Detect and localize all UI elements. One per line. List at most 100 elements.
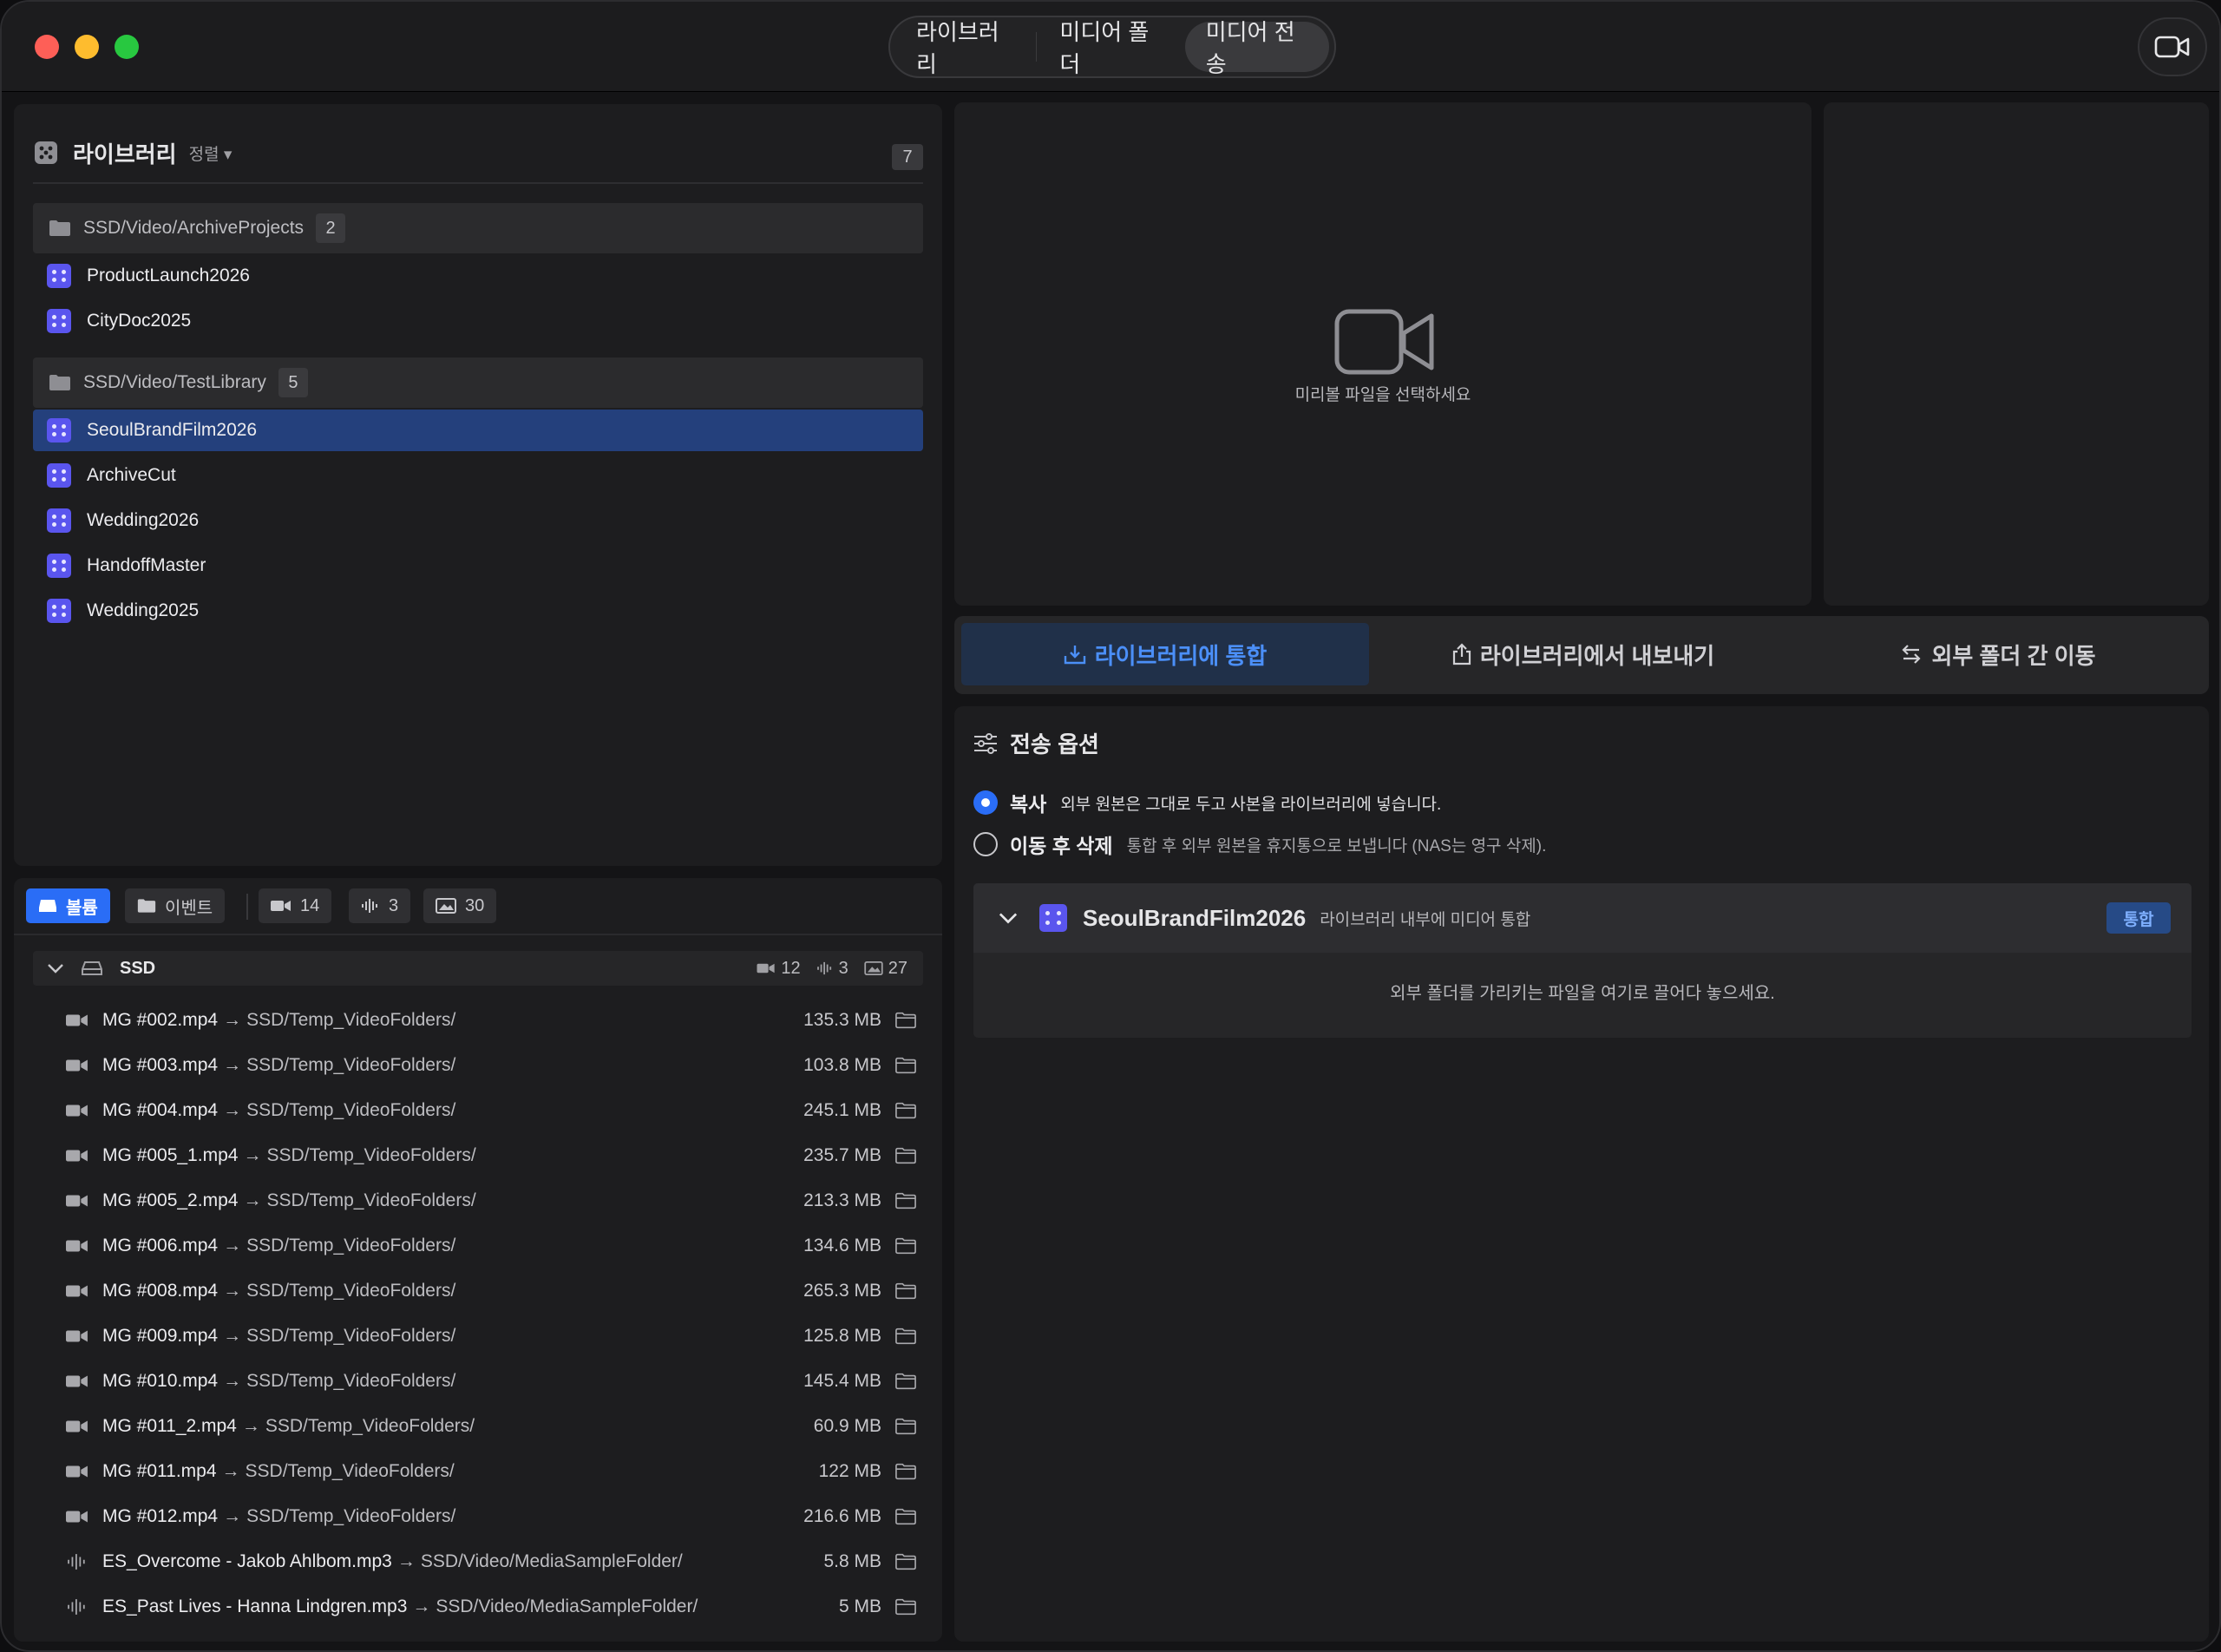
- tab-media-folder[interactable]: 미디어 폴더: [1038, 19, 1183, 77]
- file-size: 216.6 MB: [803, 1506, 881, 1526]
- reveal-folder-button[interactable]: [895, 1418, 916, 1439]
- chevron-down-icon[interactable]: [47, 962, 64, 974]
- reveal-folder-button[interactable]: [895, 1373, 916, 1394]
- library-item-wedding2025[interactable]: Wedding2025: [33, 590, 923, 632]
- option-copy[interactable]: 복사 외부 원본은 그대로 두고 사본을 라이브러리에 넣습니다.: [973, 788, 1441, 817]
- library-bundle-icon: [47, 554, 71, 578]
- library-bundle-icon: [47, 309, 71, 333]
- library-group-archiveprojects[interactable]: SSD/Video/ArchiveProjects 2: [33, 203, 923, 253]
- chevron-down-icon[interactable]: [998, 911, 1019, 925]
- close-window-button[interactable]: [35, 35, 59, 59]
- folder-icon: [895, 1102, 916, 1119]
- file-destination: SSD/Temp_VideoFolders/: [246, 1281, 456, 1301]
- video-icon: [66, 1330, 88, 1342]
- file-row[interactable]: MG #003.mp4 → SSD/Temp_VideoFolders/103.8 …: [66, 1043, 927, 1088]
- library-item-seoulbrandfilm2026[interactable]: SeoulBrandFilm2026: [33, 410, 923, 451]
- copy-radio[interactable]: [973, 790, 998, 815]
- file-row[interactable]: MG #009.mp4 → SSD/Temp_VideoFolders/125.8 …: [66, 1314, 927, 1359]
- arrow-right-icon: →: [241, 1416, 260, 1436]
- reveal-folder-button[interactable]: [895, 1508, 916, 1530]
- library-bundle-icon: [47, 599, 71, 623]
- sort-dropdown[interactable]: 정렬 ▾: [189, 141, 233, 165]
- folder-icon: [895, 1598, 916, 1616]
- group-count-badge: 5: [278, 368, 308, 397]
- file-size: 5 MB: [838, 1596, 881, 1616]
- camera-button[interactable]: [2138, 17, 2207, 76]
- tab-export-from-library[interactable]: 라이브러리에서 내보내기: [1379, 623, 1787, 685]
- reveal-folder-button[interactable]: [895, 1192, 916, 1214]
- file-row[interactable]: MG #005_2.mp4 → SSD/Temp_VideoFolders/213.…: [66, 1178, 927, 1223]
- file-row[interactable]: MG #011.mp4 → SSD/Temp_VideoFolders/122 MB: [66, 1449, 927, 1494]
- library-item-wedding2026[interactable]: Wedding2026: [33, 500, 923, 541]
- tab-move-between-folders[interactable]: 외부 폴더 간 이동: [1794, 623, 2202, 685]
- move-delete-radio[interactable]: [973, 832, 998, 856]
- target-library-dropzone[interactable]: SeoulBrandFilm2026 라이브러리 내부에 미디어 통합 통합 외…: [973, 883, 2192, 1038]
- reveal-folder-button[interactable]: [895, 1147, 916, 1169]
- library-item-productlaunch2026[interactable]: ProductLaunch2026: [33, 255, 923, 297]
- file-row[interactable]: MG #011_2.mp4 → SSD/Temp_VideoFolders/60.9…: [66, 1404, 927, 1449]
- reveal-folder-button[interactable]: [895, 1102, 916, 1124]
- file-name: MG #009.mp4: [102, 1326, 219, 1346]
- file-row[interactable]: ES_Overcome - Jakob Ahlbom.mp3 → SSD/Video…: [66, 1539, 927, 1584]
- title-bar: 라이브러리 미디어 폴더 미디어 전송: [2, 2, 2219, 92]
- zoom-window-button[interactable]: [115, 35, 139, 59]
- folder-icon: [895, 1057, 916, 1074]
- video-icon: [66, 1240, 88, 1252]
- file-row[interactable]: ES_Remain - Hampus Naeselius.mp3→SSD/Vid…: [66, 1629, 927, 1642]
- library-item-citydoc2025[interactable]: CityDoc2025: [33, 300, 923, 342]
- option-move-delete[interactable]: 이동 후 삭제 통합 후 외부 원본을 휴지통으로 보냅니다 (NAS는 영구 …: [973, 829, 1546, 859]
- minimize-window-button[interactable]: [75, 35, 99, 59]
- library-bundle-icon: [47, 463, 71, 488]
- event-tab[interactable]: 이벤트: [125, 888, 226, 923]
- file-row[interactable]: MG #004.mp4 → SSD/Temp_VideoFolders/245.1 …: [66, 1088, 927, 1133]
- file-row[interactable]: MG #006.mp4 → SSD/Temp_VideoFolders/134.6 …: [66, 1223, 927, 1268]
- audio-filter[interactable]: 3: [349, 888, 411, 923]
- file-destination: SSD/Video/MediaSampleFolder/: [436, 1596, 698, 1616]
- options-title: 전송 옵션: [1010, 731, 1099, 757]
- video-icon: [66, 1465, 88, 1478]
- tab-merge-into-library[interactable]: 라이브러리에 통합: [961, 623, 1369, 685]
- drive-icon: [39, 900, 56, 912]
- file-destination: SSD/Temp_VideoFolders/: [246, 1506, 456, 1526]
- file-row[interactable]: ES_Past Lives - Hanna Lindgren.mp3 → SSD/V…: [66, 1584, 927, 1629]
- volume-row-ssd[interactable]: SSD 12 3 27: [33, 951, 923, 986]
- reveal-folder-button[interactable]: [895, 1237, 916, 1259]
- reveal-folder-button[interactable]: [895, 1598, 916, 1620]
- file-row[interactable]: MG #008.mp4 → SSD/Temp_VideoFolders/265.3 …: [66, 1268, 927, 1314]
- reveal-folder-button[interactable]: [895, 1553, 916, 1575]
- file-row[interactable]: MG #005_1.mp4 → SSD/Temp_VideoFolders/235.…: [66, 1133, 927, 1178]
- volume-tab[interactable]: 볼륨: [26, 888, 110, 923]
- tab-library[interactable]: 라이브러리: [895, 19, 1034, 77]
- reveal-folder-button[interactable]: [895, 1057, 916, 1078]
- library-item-label: Wedding2025: [87, 600, 200, 620]
- reveal-folder-button[interactable]: [895, 1282, 916, 1304]
- arrow-right-icon: →: [223, 1281, 242, 1301]
- video-filter[interactable]: 14: [259, 888, 332, 923]
- library-item-handoffmaster[interactable]: HandoffMaster: [33, 545, 923, 587]
- library-bundle-icon: [47, 508, 71, 533]
- reveal-folder-button[interactable]: [895, 1328, 916, 1349]
- image-filter[interactable]: 30: [423, 888, 497, 923]
- file-size: 135.3 MB: [803, 1010, 881, 1030]
- library-group-testlibrary[interactable]: SSD/Video/TestLibrary 5: [33, 357, 923, 408]
- file-row[interactable]: MG #002.mp4 → SSD/Temp_VideoFolders/135.3 …: [66, 998, 927, 1043]
- arrow-right-icon: →: [223, 1010, 242, 1030]
- file-row[interactable]: MG #010.mp4 → SSD/Temp_VideoFolders/145.4 …: [66, 1359, 927, 1404]
- library-item-archivecut[interactable]: ArchiveCut: [33, 455, 923, 496]
- reveal-folder-button[interactable]: [895, 1463, 916, 1485]
- file-destination: SSD/Temp_VideoFolders/: [246, 1326, 456, 1346]
- file-destination: SSD/Temp_VideoFolders/: [266, 1190, 476, 1210]
- arrow-right-icon: →: [223, 1506, 242, 1526]
- video-icon: [66, 1375, 88, 1387]
- file-size: 125.8 MB: [803, 1326, 881, 1346]
- options-header: 전송 옵션: [973, 727, 1099, 759]
- tab-media-transfer[interactable]: 미디어 전송: [1184, 19, 1330, 77]
- file-row[interactable]: MG #012.mp4 → SSD/Temp_VideoFolders/216.6 …: [66, 1494, 927, 1539]
- target-library-header[interactable]: SeoulBrandFilm2026 라이브러리 내부에 미디어 통합 통합: [973, 883, 2192, 953]
- file-name: MG #004.mp4: [102, 1100, 219, 1120]
- library-header: 라이브러리 정렬 ▾ 7: [33, 123, 923, 184]
- library-bundle-icon: [47, 418, 71, 442]
- group-path: SSD/Video/TestLibrary: [83, 372, 266, 392]
- file-destination: SSD/Temp_VideoFolders/: [266, 1145, 476, 1165]
- reveal-folder-button[interactable]: [895, 1012, 916, 1033]
